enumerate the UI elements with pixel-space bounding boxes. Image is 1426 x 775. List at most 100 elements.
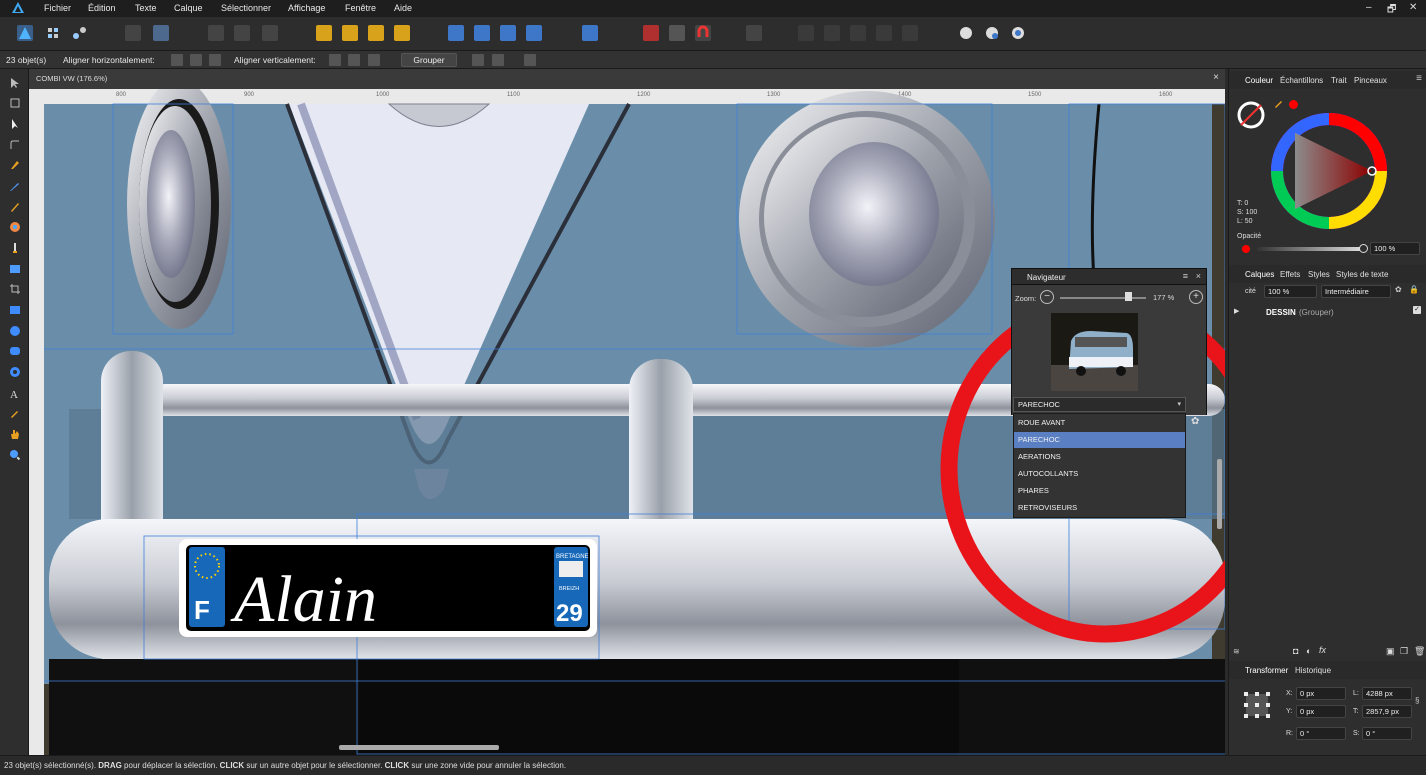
- anchor-selector[interactable]: [1243, 691, 1271, 719]
- align-middle-button[interactable]: [348, 54, 360, 66]
- navigator-settings-icon[interactable]: ✿: [1191, 416, 1199, 427]
- crop-tool-icon[interactable]: [9, 283, 21, 295]
- adjustment-icon[interactable]: ◐: [1306, 646, 1311, 656]
- view-option-aerations[interactable]: AERATIONS: [1014, 449, 1185, 465]
- color-panel-menu-icon[interactable]: ≡: [1416, 73, 1422, 84]
- current-color-swatch[interactable]: [1289, 100, 1298, 109]
- pencil-tool-icon[interactable]: [9, 180, 21, 192]
- layer-row-dessin[interactable]: ▶ DESSIN (Grouper) ✓: [1229, 305, 1426, 319]
- x-field[interactable]: 0 px: [1296, 687, 1346, 700]
- hide-handles-button[interactable]: [492, 54, 504, 66]
- navigator-preview[interactable]: [1051, 313, 1138, 391]
- move-back-icon[interactable]: [316, 25, 332, 41]
- rotate-left-icon[interactable]: [500, 25, 516, 41]
- close-document-icon[interactable]: ×: [1213, 72, 1219, 83]
- minimize-button[interactable]: –: [1366, 2, 1372, 13]
- tab-styles-de-texte[interactable]: Styles de texte: [1336, 270, 1388, 279]
- tab-pinceaux[interactable]: Pinceaux: [1354, 76, 1387, 85]
- navigator-menu-icon[interactable]: ≡: [1183, 271, 1188, 281]
- corner-tool-icon[interactable]: [9, 139, 21, 151]
- navigator-close-icon[interactable]: ×: [1196, 271, 1201, 281]
- menu-aide[interactable]: Aide: [394, 3, 412, 13]
- grid-icon[interactable]: [643, 25, 659, 41]
- insert-top-icon[interactable]: [984, 25, 1000, 41]
- node-tool-icon[interactable]: [9, 118, 21, 130]
- expand-layer-icon[interactable]: ▶: [1234, 307, 1239, 315]
- zoom-value[interactable]: 177 %: [1153, 293, 1174, 302]
- tab-calques[interactable]: Calques: [1245, 270, 1274, 279]
- shear-field[interactable]: 0 °: [1362, 727, 1412, 740]
- flip-vertical-icon[interactable]: [474, 25, 490, 41]
- layers-stack-icon[interactable]: ≋: [1233, 647, 1240, 656]
- layer-settings-icon[interactable]: ✿: [1395, 285, 1402, 294]
- close-window-button[interactable]: ✕: [1409, 2, 1417, 13]
- color-wheel[interactable]: [1269, 111, 1389, 231]
- boolean-xor-icon[interactable]: [876, 25, 892, 41]
- tab-couleur[interactable]: Couleur: [1245, 76, 1273, 85]
- menu-texte[interactable]: Texte: [135, 3, 157, 13]
- rectangle-tool-icon[interactable]: [9, 304, 21, 316]
- align-right-button[interactable]: [209, 54, 221, 66]
- duplicate-layer-icon[interactable]: ❐: [1400, 646, 1408, 657]
- opacity-slider-handle[interactable]: [1359, 244, 1368, 253]
- rounded-rectangle-tool-icon[interactable]: [9, 345, 21, 357]
- tab-historique[interactable]: Historique: [1295, 666, 1331, 675]
- layer-visibility-checkbox[interactable]: ✓: [1413, 306, 1421, 314]
- align-top-button[interactable]: [329, 54, 341, 66]
- blend-mode-select[interactable]: Intermédiaire: [1321, 285, 1391, 298]
- snapping-icon[interactable]: [125, 25, 141, 41]
- place-image-tool-icon[interactable]: [9, 263, 21, 275]
- tab-styles[interactable]: Styles: [1308, 270, 1330, 279]
- boolean-icon[interactable]: [153, 25, 169, 41]
- fill-stroke-swatch-icon[interactable]: [1235, 97, 1267, 129]
- menu-calque[interactable]: Calque: [174, 3, 203, 13]
- zoom-tool-icon[interactable]: [9, 449, 21, 461]
- view-option-autocollants[interactable]: AUTOCOLLANTS: [1014, 466, 1185, 482]
- menu-affichage[interactable]: Affichage: [288, 3, 325, 13]
- y-field[interactable]: 0 px: [1296, 705, 1346, 718]
- arrange-icon-1[interactable]: [208, 25, 224, 41]
- rotate-right-icon[interactable]: [526, 25, 542, 41]
- arrange-icon-2[interactable]: [234, 25, 250, 41]
- zoom-slider-handle[interactable]: [1125, 292, 1132, 301]
- tab-effets[interactable]: Effets: [1280, 270, 1300, 279]
- opacity-slider[interactable]: [1257, 247, 1362, 251]
- arrange-icon-3[interactable]: [262, 25, 278, 41]
- ellipse-tool-icon[interactable]: [9, 325, 21, 337]
- view-option-parechoc[interactable]: PARECHOC: [1014, 432, 1185, 448]
- menu-fenetre[interactable]: Fenêtre: [345, 3, 376, 13]
- flip-horizontal-icon[interactable]: [448, 25, 464, 41]
- fx-icon[interactable]: fx: [1319, 645, 1326, 655]
- pixel-persona-icon[interactable]: [45, 25, 61, 41]
- tab-trait[interactable]: Trait: [1331, 76, 1347, 85]
- insert-inside-icon[interactable]: [1010, 25, 1026, 41]
- export-persona-icon[interactable]: [71, 25, 87, 41]
- delete-layer-icon[interactable]: 🗑: [1414, 646, 1425, 657]
- fill-tool-icon[interactable]: [9, 221, 21, 233]
- group-button[interactable]: Grouper: [401, 53, 457, 67]
- text-tool-icon[interactable]: A: [9, 387, 21, 399]
- boolean-add-icon[interactable]: [798, 25, 814, 41]
- zoom-in-button[interactable]: +: [1189, 290, 1203, 304]
- view-option-phares[interactable]: PHARES: [1014, 483, 1185, 499]
- transform-origin-button[interactable]: [472, 54, 484, 66]
- view-option-roue-avant[interactable]: ROUE AVANT: [1014, 415, 1185, 431]
- menu-selectionner[interactable]: Sélectionner: [221, 3, 271, 13]
- menu-edition[interactable]: Édition: [88, 3, 116, 13]
- rotation-field[interactable]: 0 °: [1296, 727, 1346, 740]
- menu-fichier[interactable]: Fichier: [44, 3, 71, 13]
- zoom-out-button[interactable]: −: [1040, 290, 1054, 304]
- navigator-header[interactable]: Navigateur ≡ ×: [1011, 268, 1207, 285]
- align-left-button[interactable]: [171, 54, 183, 66]
- tab-echantillons[interactable]: Échantillons: [1280, 76, 1323, 85]
- document-tab[interactable]: COMBI VW (176.6%) ×: [29, 69, 1225, 89]
- view-option-retroviseurs[interactable]: RETROVISEURS: [1014, 500, 1185, 516]
- insert-behind-icon[interactable]: [958, 25, 974, 41]
- lock-icon[interactable]: [746, 25, 762, 41]
- artboard-tool-icon[interactable]: [9, 97, 21, 109]
- cycle-selection-button[interactable]: [524, 54, 536, 66]
- brush-tool-icon[interactable]: [9, 201, 21, 213]
- move-forward-icon[interactable]: [368, 25, 384, 41]
- designer-persona-icon[interactable]: [17, 25, 33, 41]
- align-center-button[interactable]: [190, 54, 202, 66]
